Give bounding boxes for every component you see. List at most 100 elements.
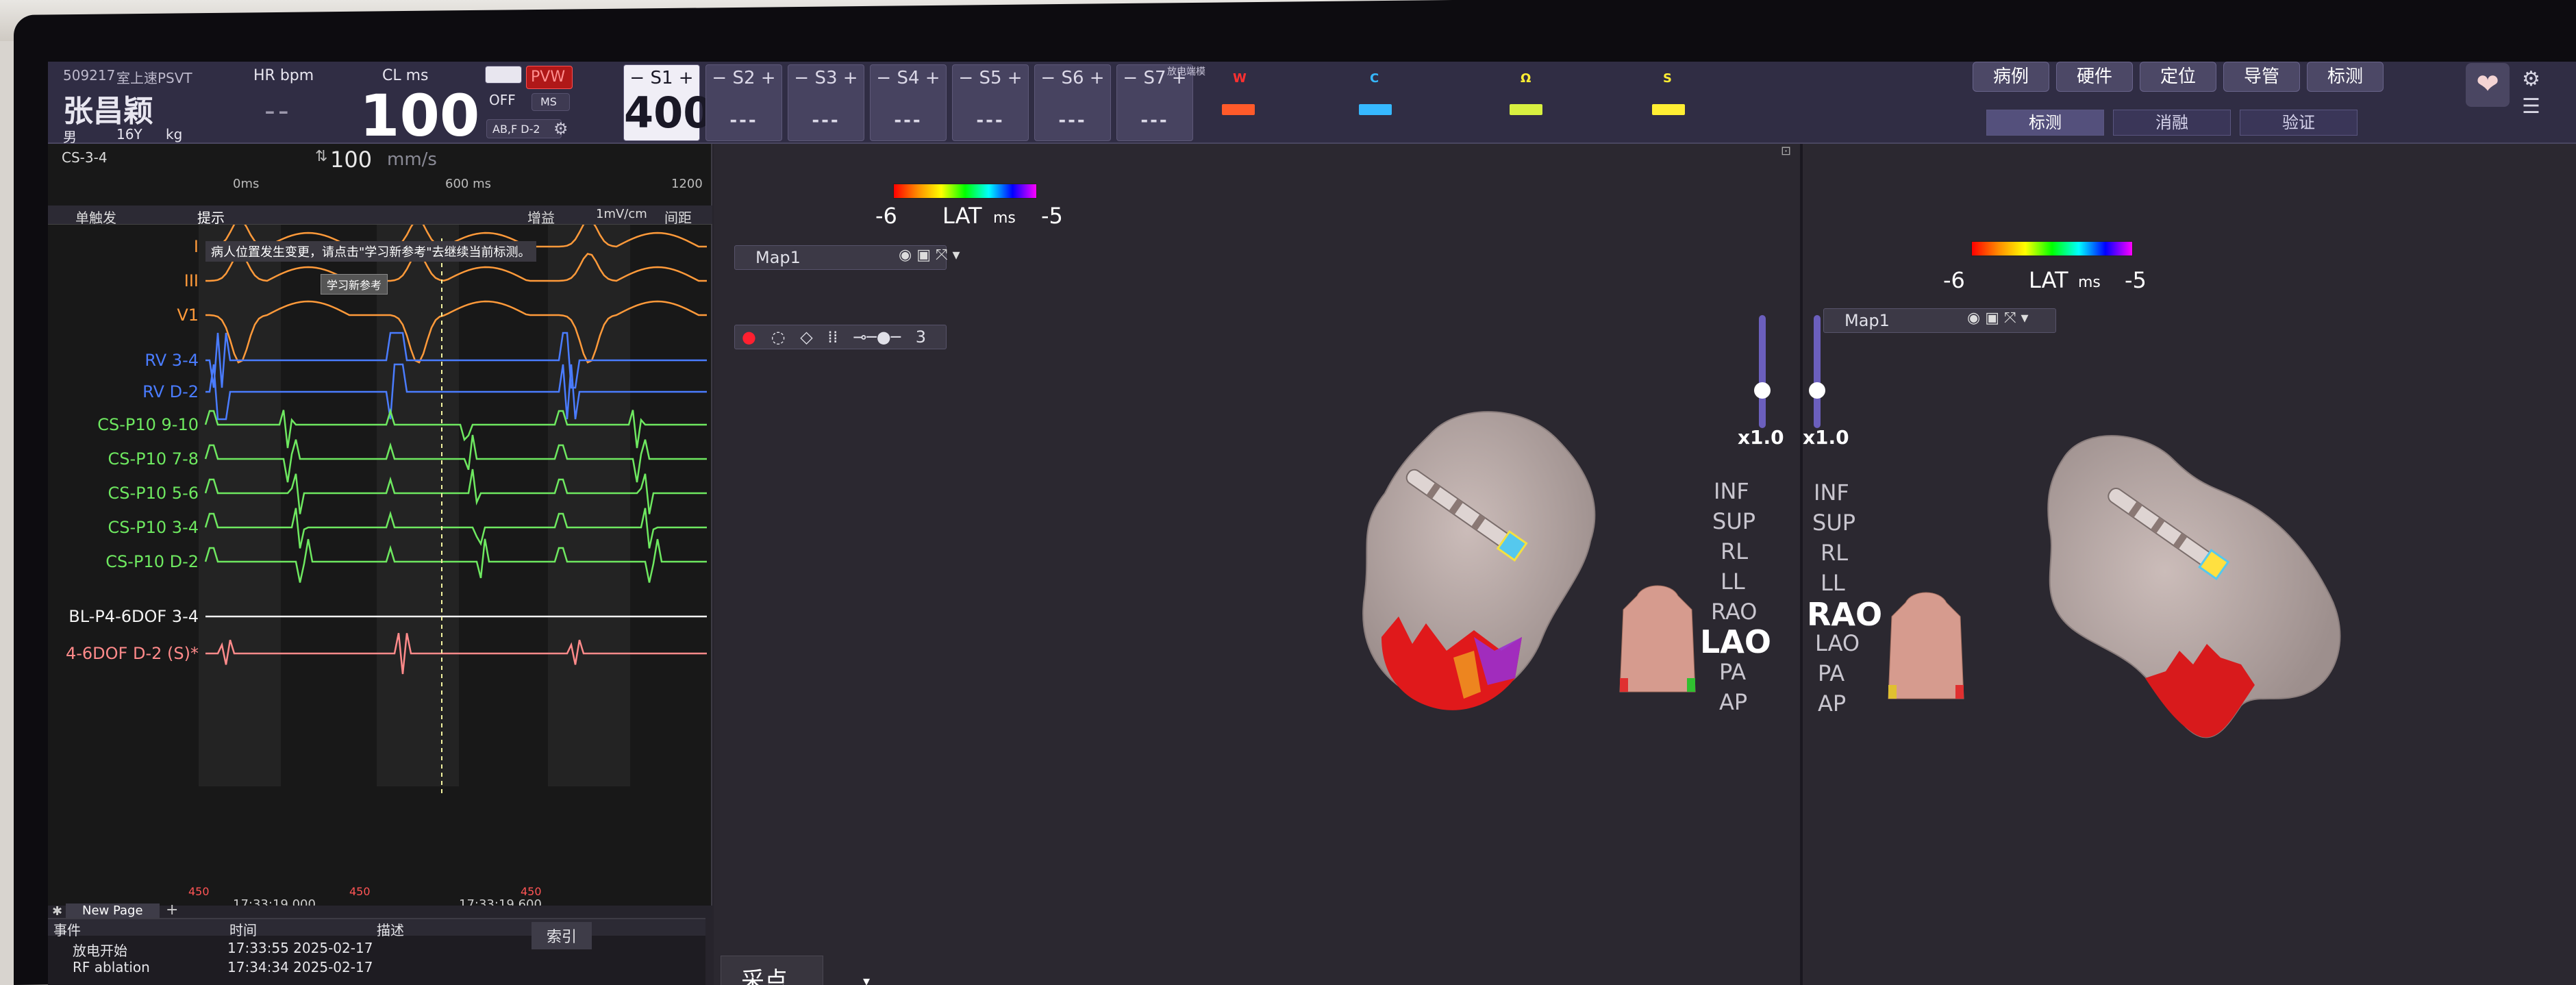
map-tools-right[interactable]: ◉ ▣ ⤧ ▾ (1967, 310, 2029, 327)
zoom-thumb-right[interactable] (1809, 382, 1825, 399)
trace-label[interactable]: CS-P10 9-10 (48, 415, 199, 434)
new-page-tab[interactable]: New Page (66, 903, 160, 918)
map-tools-left[interactable]: ◉ ▣ ⤧ ▾ (899, 247, 960, 264)
pvw-label: PVW (531, 68, 565, 86)
gain-unit[interactable]: 1mV/cm (596, 207, 647, 221)
event-row-1-time[interactable]: 17:33:55 2025-02-17 (227, 940, 373, 956)
trace-label[interactable]: 4-6DOF D-2 (S)* (48, 644, 199, 663)
stim-s3[interactable]: − S3 + --- (788, 64, 864, 141)
view-lao-active[interactable]: LAO (1700, 623, 1771, 660)
slider-icon[interactable]: ⊸─●─ (853, 327, 901, 347)
view-ap[interactable]: AP (1719, 689, 1747, 715)
stim-value: --- (1035, 110, 1110, 131)
workflow-tab[interactable]: 标测 (1986, 110, 2104, 136)
view-sup[interactable]: SUP (1712, 508, 1755, 534)
view-rl[interactable]: RL (1721, 538, 1748, 564)
trace-label[interactable]: RV D-2 (48, 382, 199, 401)
menu-button[interactable]: 硬件 (2056, 62, 2133, 92)
trace-label[interactable]: CS-P10 5-6 (48, 484, 199, 503)
marker-1: 450 (188, 885, 210, 898)
menu-button[interactable]: 导管 (2223, 62, 2300, 92)
zoom-slider-right[interactable] (1814, 315, 1821, 428)
zoom-thumb-left[interactable] (1754, 382, 1771, 399)
workflow-tab[interactable]: 消融 (2113, 110, 2231, 136)
view-rao[interactable]: RAO (1711, 599, 1757, 625)
point-toolbar[interactable]: ● ◌ ◇ ⁞⁞ ⊸─●─ 3 (734, 325, 947, 349)
cl-value: 100 (360, 82, 479, 149)
trace-label[interactable]: I (48, 237, 199, 256)
trace-label[interactable]: III (48, 271, 199, 290)
pvw-toggle[interactable] (485, 66, 522, 84)
event-col-time: 时间 (229, 919, 257, 939)
scale-mid: 600 ms (445, 177, 491, 191)
stim-s5[interactable]: − S5 + --- (952, 64, 1029, 141)
view-ap-right[interactable]: AP (1818, 690, 1846, 716)
heart-model-right[interactable] (2008, 418, 2433, 774)
trace-label[interactable]: CS-P10 3-4 (48, 518, 199, 537)
view-pa[interactable]: PA (1719, 659, 1746, 685)
grid-icon[interactable]: ⁞⁞ (827, 327, 838, 347)
learn-reference-button[interactable]: 学习新参考 (321, 274, 388, 295)
view-ll[interactable]: LL (1721, 569, 1745, 595)
zoom-slider-left[interactable] (1759, 315, 1766, 428)
stim-s6[interactable]: − S6 + --- (1034, 64, 1111, 141)
abl-label: AB,F D-2 (492, 123, 540, 136)
view-rl-right[interactable]: RL (1821, 540, 1848, 566)
tab-single-trigger[interactable]: 单触发 (75, 207, 116, 227)
view-pa-right[interactable]: PA (1818, 660, 1845, 686)
lasso-icon[interactable]: ◌ (771, 327, 786, 347)
expand-left-icon[interactable]: ⊡ (1781, 144, 1791, 158)
gain-label[interactable]: 增益 (527, 207, 555, 227)
lead-label[interactable]: CS-3-4 (62, 149, 108, 166)
spacing-label[interactable]: 间距 (664, 207, 692, 227)
menu-button[interactable]: 定位 (2140, 62, 2216, 92)
view-lao-right[interactable]: LAO (1815, 630, 1860, 656)
trace-label[interactable]: V1 (48, 306, 199, 325)
tab-hint[interactable]: 提示 (197, 207, 225, 227)
event-log: 事件 时间 描述 放电开始 17:33:55 2025-02-17 RF abl… (48, 918, 705, 985)
sweep-value[interactable]: 100 (330, 147, 372, 173)
abl-selector[interactable]: AB,F D-2 (486, 119, 562, 138)
pin-icon[interactable]: ✱ (52, 904, 62, 919)
beat-window (199, 225, 281, 786)
ms-button[interactable]: MS (532, 93, 570, 111)
record-icon[interactable]: ● (742, 327, 756, 347)
index-tab[interactable]: 索引 (532, 922, 592, 949)
add-page-icon[interactable]: + (166, 901, 178, 919)
stim-value: --- (953, 110, 1028, 131)
lat-max-right: -5 (2125, 267, 2147, 293)
stim-s1[interactable]: − S1 +400 (623, 64, 700, 141)
view-inf-right[interactable]: INF (1814, 479, 1849, 506)
stim-s2[interactable]: − S2 + --- (705, 64, 782, 141)
list-icon[interactable]: ☰ (2522, 95, 2540, 119)
trace-label[interactable]: CS-P10 7-8 (48, 449, 199, 469)
pvw-button[interactable]: PVW (526, 66, 573, 89)
event-row-2-time[interactable]: 17:34:34 2025-02-17 (227, 959, 373, 975)
menu-button[interactable]: 标测 (2307, 62, 2384, 92)
channel-bar (1359, 104, 1392, 115)
stim-value: 400 (624, 88, 699, 138)
menu-button[interactable]: 病例 (1973, 62, 2049, 92)
heart-icon[interactable]: ❤ (2466, 63, 2510, 107)
torso-orientation-right (1885, 589, 1967, 706)
stim-s4[interactable]: − S4 + --- (870, 64, 947, 141)
erase-icon[interactable]: ◇ (800, 327, 812, 347)
gear-icon[interactable]: ⚙ (553, 119, 568, 138)
view-rao-active[interactable]: RAO (1807, 596, 1882, 633)
event-row-1-event[interactable]: 放电开始 (73, 940, 127, 960)
trace-label[interactable]: RV 3-4 (48, 351, 199, 370)
event-row-2-event[interactable]: RF ablation (73, 959, 150, 975)
stim-label: − S1 + (624, 68, 699, 88)
trace-label[interactable]: CS-P10 D-2 (48, 552, 199, 571)
sweep-stepper-icon[interactable]: ⇅ (315, 148, 327, 165)
view-inf[interactable]: INF (1714, 478, 1749, 504)
settings-icon[interactable]: ⚙ (2522, 67, 2540, 91)
hr-label: HR bpm (253, 67, 314, 84)
view-ll-right[interactable]: LL (1821, 570, 1845, 596)
top-header: 509217 室上速PSVT 张昌颖 男 16Y kg HR bpm -- CL… (48, 62, 2576, 144)
workflow-tab[interactable]: 验证 (2240, 110, 2358, 136)
sample-dropdown-icon[interactable]: ▾ (863, 973, 870, 985)
stim-label: − S3 + (788, 68, 864, 88)
view-sup-right[interactable]: SUP (1812, 510, 1855, 536)
trace-label[interactable]: BL-P4-6DOF 3-4 (48, 607, 199, 626)
